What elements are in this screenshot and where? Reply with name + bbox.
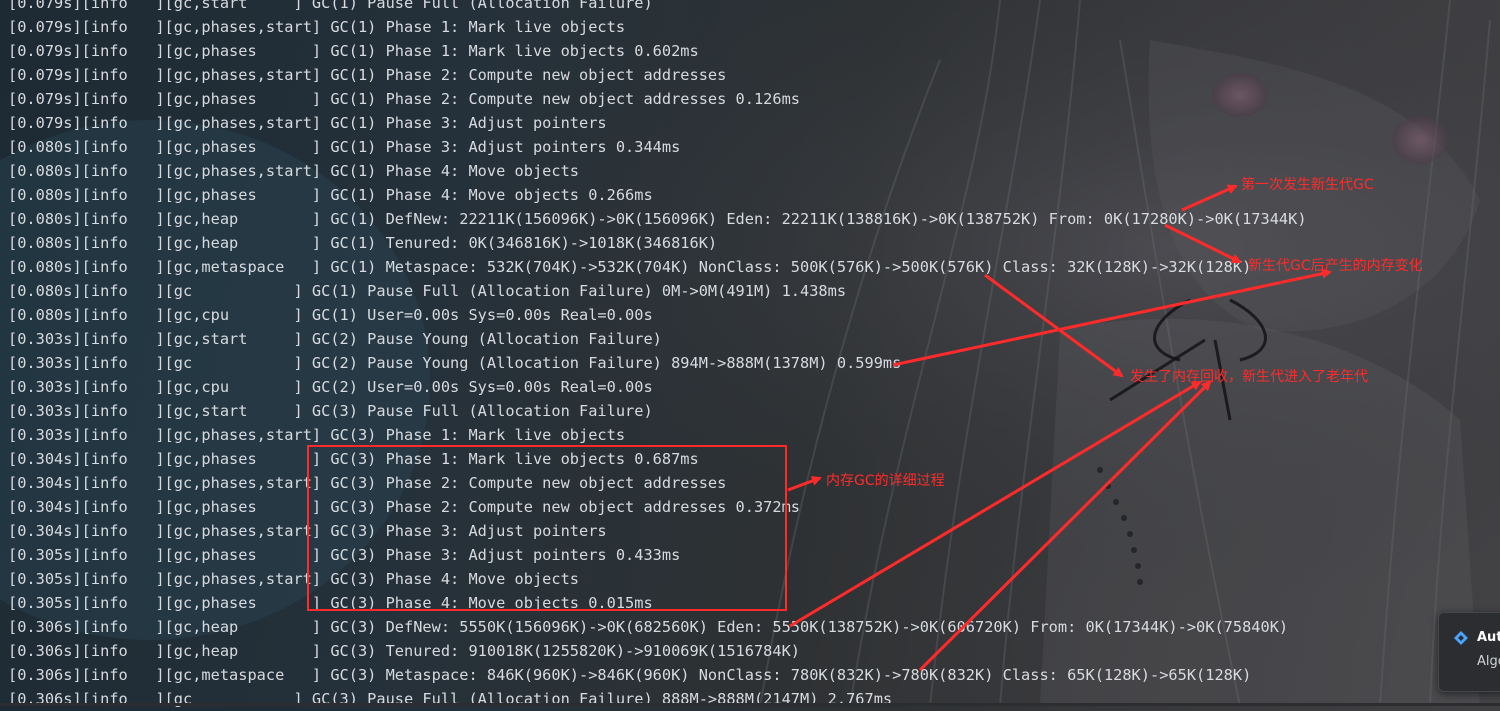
annotation-first-young-gc: 第一次发生新生代GC [1241, 177, 1374, 193]
log-line: [0.079s][info ][gc,phases,start] GC(1) P… [8, 114, 607, 132]
log-line: [0.305s][info ][gc,phases,start] GC(3) P… [8, 570, 579, 588]
log-line: [0.306s][info ][gc,heap ] GC(3) Tenured:… [8, 642, 801, 660]
log-line: [0.305s][info ][gc,phases ] GC(3) Phase … [8, 546, 681, 564]
log-line: [0.303s][info ][gc,start ] GC(2) Pause Y… [8, 330, 662, 348]
log-line: [0.079s][info ][gc,phases ] GC(1) Phase … [8, 42, 699, 60]
log-line: [0.080s][info ][gc,heap ] GC(1) DefNew: … [8, 210, 1307, 228]
log-line: [0.305s][info ][gc,phases ] GC(3) Phase … [8, 594, 653, 612]
log-line: [0.304s][info ][gc,phases,start] GC(3) P… [8, 522, 607, 540]
log-line: [0.306s][info ][gc ] GC(3) Pause Full (A… [8, 690, 893, 708]
log-line: [0.303s][info ][gc ] GC(2) Pause Young (… [8, 354, 902, 372]
log-line: [0.080s][info ][gc,heap ] GC(1) Tenured:… [8, 234, 718, 252]
notification-toast[interactable]: Aut Algo [1438, 612, 1500, 692]
annotation-gc-detail: 内存GC的详细过程 [826, 473, 945, 489]
log-line: [0.304s][info ][gc,phases ] GC(3) Phase … [8, 498, 801, 516]
log-line: [0.080s][info ][gc,metaspace ] GC(1) Met… [8, 258, 1252, 276]
plugin-icon [1454, 631, 1468, 645]
console-output[interactable]: [0.079s][info ][gc,start ] GC(1) Pause F… [0, 0, 1500, 708]
toast-body: Algo [1477, 654, 1500, 669]
log-line: [0.080s][info ][gc,phases ] GC(1) Phase … [8, 186, 653, 204]
log-line: [0.079s][info ][gc,phases,start] GC(1) P… [8, 18, 626, 36]
log-line: [0.303s][info ][gc,cpu ] GC(2) User=0.00… [8, 378, 653, 396]
annotation-memory-reclaim: 发生了内存回收，新生代进入了老年代 [1130, 369, 1368, 385]
log-line: [0.304s][info ][gc,phases ] GC(3) Phase … [8, 450, 699, 468]
log-line: [0.303s][info ][gc,phases,start] GC(3) P… [8, 426, 626, 444]
log-line: [0.080s][info ][gc,cpu ] GC(1) User=0.00… [8, 306, 653, 324]
log-line: [0.080s][info ][gc ] GC(1) Pause Full (A… [8, 282, 847, 300]
log-line: [0.079s][info ][gc,phases ] GC(1) Phase … [8, 90, 801, 108]
log-line: [0.080s][info ][gc,phases,start] GC(1) P… [8, 162, 579, 180]
log-line: [0.306s][info ][gc,metaspace ] GC(3) Met… [8, 666, 1252, 684]
annotation-young-gen-memory-change: 新生代GC后产生的内存变化 [1248, 258, 1423, 274]
log-line: [0.079s][info ][gc,start ] GC(1) Pause F… [8, 0, 653, 12]
log-line: [0.303s][info ][gc,start ] GC(3) Pause F… [8, 402, 653, 420]
toast-title: Aut [1477, 630, 1500, 645]
log-line: [0.304s][info ][gc,phases,start] GC(3) P… [8, 474, 727, 492]
log-line: [0.079s][info ][gc,phases,start] GC(1) P… [8, 66, 727, 84]
log-line: [0.080s][info ][gc,phases ] GC(1) Phase … [8, 138, 681, 156]
log-line: [0.306s][info ][gc,heap ] GC(3) DefNew: … [8, 618, 1289, 636]
